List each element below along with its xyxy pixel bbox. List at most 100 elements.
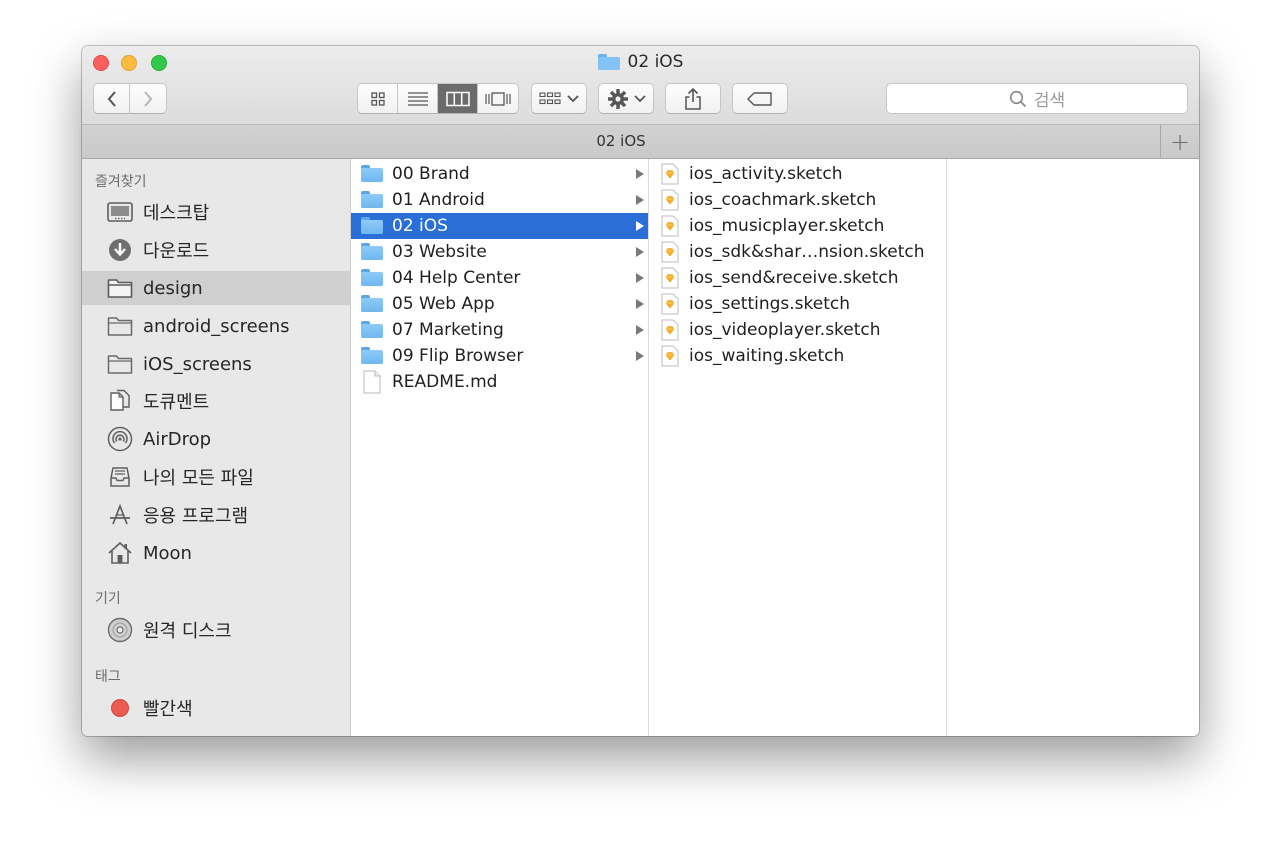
sidebar-item-label: 빨간색: [143, 699, 193, 720]
list-item[interactable]: ios_coachmark.sketch: [649, 187, 946, 213]
search-field[interactable]: 검색: [886, 83, 1188, 114]
list-item[interactable]: README.md: [351, 369, 648, 395]
folder-icon: [361, 321, 383, 339]
sidebar-item-documents[interactable]: 도큐멘트: [82, 384, 350, 418]
list-view-button[interactable]: [398, 84, 438, 113]
sidebar-item-remote-disc[interactable]: 원격 디스크: [82, 613, 350, 647]
folder-icon: [106, 276, 134, 300]
chevron-left-icon: [107, 90, 116, 107]
sidebar-item-label: iOS_screens: [143, 353, 252, 375]
new-tab-button[interactable]: +: [1160, 125, 1199, 158]
action-button[interactable]: [598, 83, 654, 114]
item-name: ios_send&receive.sketch: [689, 268, 899, 288]
browser-column-2: ios_activity.sketch ios_coachmark.sketch…: [649, 159, 947, 736]
sidebar-item-design[interactable]: design: [82, 271, 350, 305]
search-icon: [1009, 90, 1026, 107]
arrange-grid-icon: [539, 91, 561, 104]
list-item[interactable]: ios_activity.sketch: [649, 161, 946, 187]
sidebar-item-airdrop[interactable]: AirDrop: [82, 422, 350, 456]
disclosure-arrow-icon: [636, 247, 644, 257]
sidebar-item-android-screens[interactable]: android_screens: [82, 309, 350, 343]
column-view-button[interactable]: [438, 84, 478, 113]
download-icon: [106, 238, 134, 262]
sidebar-header-favorites: 즐겨찾기: [95, 174, 147, 190]
documents-icon: [106, 389, 134, 413]
folder-icon: [361, 269, 383, 287]
browser-column-3: [947, 159, 1199, 736]
finder-window: 02 iOS 검색 02 iOS + 즐겨찾기 데스크탑 다운로드 design…: [82, 46, 1199, 736]
tab-bar: 02 iOS +: [82, 125, 1199, 159]
sidebar-item-applications[interactable]: 응용 프로그램: [82, 498, 350, 532]
item-name: ios_musicplayer.sketch: [689, 216, 885, 236]
icon-view-button[interactable]: [358, 84, 398, 113]
browser-column-1: 00 Brand 01 Android 02 iOS 03 Website 04…: [351, 159, 649, 736]
disclosure-arrow-icon: [636, 195, 644, 205]
list-item[interactable]: ios_waiting.sketch: [649, 343, 946, 369]
sidebar-item-tag-red[interactable]: 빨간색: [82, 691, 350, 725]
sidebar-item-label: 나의 모든 파일: [143, 468, 254, 489]
chevron-down-icon: [633, 94, 646, 102]
item-name: ios_activity.sketch: [689, 164, 843, 184]
sketch-file-icon: [661, 293, 679, 315]
sidebar-item-desktop[interactable]: 데스크탑: [82, 195, 350, 229]
sidebar-item-ios-screens[interactable]: iOS_screens: [82, 347, 350, 381]
search-placeholder: 검색: [1033, 91, 1066, 111]
toolbar: 02 iOS 검색: [82, 46, 1199, 125]
sketch-file-icon: [661, 345, 679, 367]
sidebar-item-label: 도큐멘트: [143, 392, 210, 413]
list-item[interactable]: ios_musicplayer.sketch: [649, 213, 946, 239]
coverflow-view-button[interactable]: [478, 84, 518, 113]
folder-icon: [106, 314, 134, 338]
list-item[interactable]: 09 Flip Browser: [351, 343, 648, 369]
list-item[interactable]: 05 Web App: [351, 291, 648, 317]
folder-icon: [361, 347, 383, 365]
list-item[interactable]: ios_send&receive.sketch: [649, 265, 946, 291]
item-name: ios_waiting.sketch: [689, 346, 845, 366]
list-item[interactable]: ios_videoplayer.sketch: [649, 317, 946, 343]
list-item[interactable]: ios_sdk&shar…nsion.sketch: [649, 239, 946, 265]
list-item[interactable]: ios_settings.sketch: [649, 291, 946, 317]
sidebar-item-home[interactable]: Moon: [82, 536, 350, 570]
item-name: 03 Website: [392, 242, 487, 262]
disclosure-arrow-icon: [636, 299, 644, 309]
list-item[interactable]: 07 Marketing: [351, 317, 648, 343]
disclosure-arrow-icon: [636, 273, 644, 283]
folder-icon: [361, 191, 383, 209]
folder-icon: [361, 243, 383, 261]
sidebar-item-label: 응용 프로그램: [143, 506, 249, 527]
sidebar-item-label: Moon: [143, 542, 192, 564]
sketch-file-icon: [661, 215, 679, 237]
sidebar-item-label: AirDrop: [143, 428, 212, 450]
folder-icon: [106, 352, 134, 376]
tab-current[interactable]: 02 iOS: [82, 125, 1160, 158]
gear-icon: [607, 88, 628, 109]
window-title-text: 02 iOS: [627, 52, 684, 72]
disc-icon: [106, 617, 134, 643]
sidebar-item-label: android_screens: [143, 315, 290, 337]
item-name: 09 Flip Browser: [392, 346, 524, 366]
sidebar-header-devices: 기기: [95, 591, 121, 607]
item-name: ios_coachmark.sketch: [689, 190, 877, 210]
item-name: 02 iOS: [392, 216, 448, 236]
item-name: 04 Help Center: [392, 268, 521, 288]
back-button[interactable]: [93, 83, 130, 114]
tags-button[interactable]: [732, 83, 788, 114]
item-name: ios_settings.sketch: [689, 294, 851, 314]
forward-button[interactable]: [130, 83, 167, 114]
sketch-file-icon: [661, 241, 679, 263]
list-item[interactable]: 03 Website: [351, 239, 648, 265]
list-item[interactable]: 04 Help Center: [351, 265, 648, 291]
share-button[interactable]: [665, 83, 721, 114]
sidebar-item-all-files[interactable]: 나의 모든 파일: [82, 460, 350, 494]
item-name: 00 Brand: [392, 164, 470, 184]
item-name: ios_videoplayer.sketch: [689, 320, 881, 340]
sidebar-item-downloads[interactable]: 다운로드: [82, 233, 350, 267]
item-name: README.md: [392, 372, 498, 392]
list-item[interactable]: 02 iOS: [351, 213, 648, 239]
folder-icon: [361, 295, 383, 313]
list-item[interactable]: 01 Android: [351, 187, 648, 213]
list-item[interactable]: 00 Brand: [351, 161, 648, 187]
arrange-button[interactable]: [531, 83, 587, 114]
grid-icon: [370, 91, 385, 106]
airdrop-icon: [106, 426, 134, 452]
